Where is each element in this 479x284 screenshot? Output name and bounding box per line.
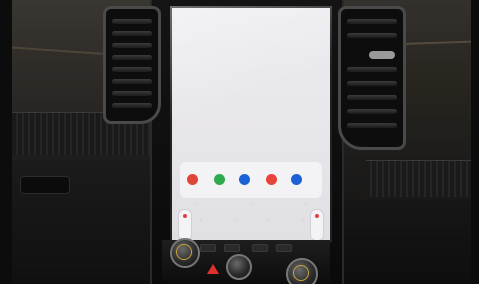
photo-edge-right [471,0,479,284]
lower-dash-right [330,200,471,284]
control-button[interactable] [224,244,240,252]
climate-bar: · · · · [178,209,324,241]
seat-heat-icon[interactable]: · [234,217,236,224]
hazard-icon[interactable] [207,264,219,274]
status-mark-2: · [250,201,252,207]
defrost-icon[interactable]: · [302,217,304,224]
dash-trim-right [366,160,471,197]
app-icon[interactable] [291,174,302,185]
glovebox-handle [20,176,70,194]
phone-red-icon[interactable] [187,174,198,185]
driver-temp-control[interactable] [178,209,192,241]
air-vent-right [338,6,406,150]
vent-adjuster-knob [369,51,395,59]
touchscreen-display[interactable]: · · · · · · · [170,6,332,242]
climate-icons: · · · · [200,217,304,224]
navigation-icon[interactable] [239,174,250,185]
airflow-icon[interactable]: · [268,217,270,224]
control-button[interactable] [200,244,216,252]
control-button[interactable] [276,244,292,252]
control-button[interactable] [252,244,268,252]
console-photo: · · · · · · · [0,0,479,284]
passenger-temp-control[interactable] [310,209,324,241]
volume-knob[interactable] [170,238,200,268]
phone-icon[interactable] [214,174,225,185]
screen-glare [170,6,332,146]
status-mark-1: · [196,201,198,207]
photo-edge-left [0,0,12,284]
center-knob[interactable] [226,254,252,280]
status-mark-3: · [304,201,306,207]
air-vent-left [103,6,161,124]
screen-status-row: · · · [196,199,306,209]
music-icon[interactable] [266,174,277,185]
climate-knob[interactable] [286,258,318,284]
fan-icon[interactable]: · [200,217,202,224]
